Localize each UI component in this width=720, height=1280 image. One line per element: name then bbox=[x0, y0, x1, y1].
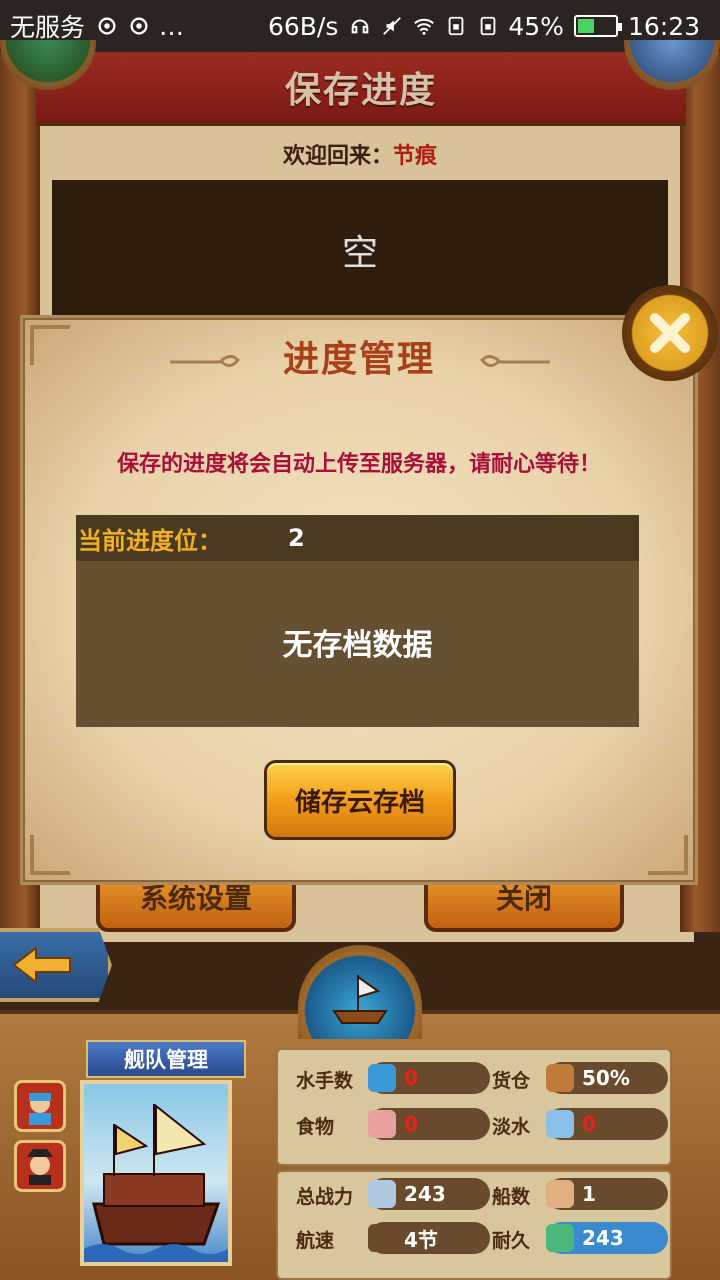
close-icon bbox=[650, 313, 690, 353]
swords-icon bbox=[368, 1180, 396, 1208]
save-slot-empty-text: 空 bbox=[341, 233, 378, 274]
sailor-avatar-icon bbox=[29, 1093, 51, 1125]
pirate-avatar-icon bbox=[27, 1149, 53, 1185]
stat-value: 243 bbox=[404, 1182, 446, 1206]
wifi-icon bbox=[414, 18, 435, 35]
save-slot[interactable]: 空 bbox=[52, 180, 668, 320]
stat-value-bar: 243 bbox=[368, 1178, 490, 1210]
sim-icon-2 bbox=[481, 16, 496, 36]
more-notifications: … bbox=[159, 11, 185, 41]
slot-label: 当前进度位： bbox=[78, 526, 222, 555]
stat-value: 243 bbox=[582, 1226, 624, 1250]
stat-label: 货仓 bbox=[492, 1070, 531, 1092]
page-title: 保存进度 bbox=[36, 52, 686, 126]
sync-icon bbox=[98, 17, 116, 35]
corner-ornament bbox=[648, 835, 688, 875]
stat-label: 航速 bbox=[296, 1230, 335, 1252]
dialog-title: 进度管理 bbox=[282, 339, 435, 380]
durability-icon bbox=[546, 1224, 574, 1252]
user-name: 节痕 bbox=[393, 144, 438, 169]
welcome-label: 欢迎回来： bbox=[282, 144, 393, 169]
sailor-alert-button[interactable] bbox=[14, 1080, 66, 1132]
stat-value-bar: 50% bbox=[546, 1062, 668, 1094]
dialog-close-button[interactable] bbox=[622, 285, 718, 381]
water-icon bbox=[546, 1110, 574, 1138]
stat-value-bar: 0 bbox=[368, 1062, 490, 1094]
save-cloud-button[interactable]: 储存云存档 bbox=[264, 760, 456, 840]
slot-value: 2 bbox=[288, 524, 305, 552]
status-bar: 无服务 … 66B/s 45% 16:23 bbox=[0, 0, 720, 52]
upload-notice: 保存的进度将会自动上传至服务器，请耐心等待！ bbox=[116, 452, 601, 477]
stat-value: 50% bbox=[582, 1066, 630, 1090]
progress-slot-header: 当前进度位： 2 bbox=[76, 515, 639, 561]
stat-value-bar: 0 bbox=[546, 1108, 668, 1140]
fleet-management-tab[interactable]: 舰队管理 bbox=[86, 1040, 246, 1078]
meat-icon bbox=[368, 1110, 396, 1138]
back-arrow-button[interactable] bbox=[0, 928, 112, 1002]
stat-label: 淡水 bbox=[492, 1116, 531, 1138]
stat-value-bar: 1 bbox=[546, 1178, 668, 1210]
stat-value: 0 bbox=[404, 1112, 418, 1136]
corner-ornament bbox=[30, 835, 70, 875]
stat-value-bar: 0 bbox=[368, 1108, 490, 1140]
net-speed: 66B/s bbox=[267, 11, 339, 41]
welcome-text: 欢迎回来：节痕 bbox=[0, 138, 720, 170]
arrow-left-icon bbox=[12, 945, 71, 985]
sync-icon-2 bbox=[130, 17, 148, 35]
carrier-text: 无服务 bbox=[10, 13, 86, 42]
stat-value: 0 bbox=[582, 1112, 596, 1136]
sail-icon bbox=[368, 1224, 396, 1252]
battery-percent: 45% bbox=[508, 11, 564, 41]
ship-icon bbox=[546, 1180, 574, 1208]
stat-value: 4节 bbox=[404, 1227, 438, 1252]
cargo-icon bbox=[546, 1064, 574, 1092]
no-save-data-text: 无存档数据 bbox=[282, 628, 433, 663]
stat-value: 1 bbox=[582, 1182, 596, 1206]
boat-icon bbox=[332, 975, 388, 1024]
stat-label: 食物 bbox=[296, 1116, 335, 1138]
stat-value-bar: 243 bbox=[546, 1222, 668, 1254]
clock: 16:23 bbox=[627, 11, 700, 41]
stat-value: 0 bbox=[404, 1066, 418, 1090]
pirate-ship-icon bbox=[84, 1103, 228, 1262]
stat-label: 水手数 bbox=[296, 1070, 354, 1092]
stat-label: 总战力 bbox=[296, 1186, 354, 1208]
sim-icon bbox=[449, 16, 464, 36]
ship-emblem[interactable] bbox=[298, 945, 422, 1039]
battery-icon bbox=[573, 15, 622, 37]
ship-portrait[interactable] bbox=[80, 1080, 232, 1266]
mute-icon bbox=[383, 17, 402, 35]
stat-label: 船数 bbox=[492, 1186, 531, 1208]
headphones-icon bbox=[352, 19, 369, 34]
pirate-alert-button[interactable] bbox=[14, 1140, 66, 1192]
sailor-icon bbox=[368, 1064, 396, 1092]
stat-value-bar: 4节 bbox=[368, 1222, 490, 1254]
stat-label: 耐久 bbox=[492, 1230, 531, 1252]
